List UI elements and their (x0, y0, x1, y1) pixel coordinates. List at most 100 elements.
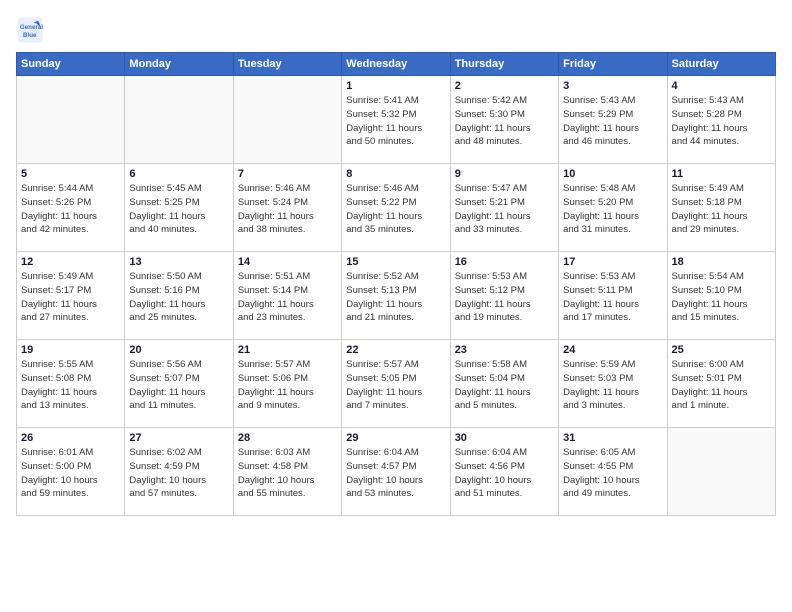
day-number: 27 (129, 432, 228, 444)
day-number: 12 (21, 256, 120, 268)
day-number: 8 (346, 168, 445, 180)
week-row-3: 12 Sunrise: 5:49 AM Sunset: 5:17 PM Dayli… (17, 252, 776, 340)
day-number: 24 (563, 344, 662, 356)
day-cell: 8 Sunrise: 5:46 AM Sunset: 5:22 PM Daylig… (342, 164, 450, 252)
day-cell: 11 Sunrise: 5:49 AM Sunset: 5:18 PM Dayli… (667, 164, 775, 252)
col-header-wednesday: Wednesday (342, 53, 450, 76)
day-cell: 12 Sunrise: 5:49 AM Sunset: 5:17 PM Dayli… (17, 252, 125, 340)
day-cell: 31 Sunrise: 6:05 AM Sunset: 4:55 PM Dayli… (559, 428, 667, 516)
day-info: Sunrise: 5:42 AM Sunset: 5:30 PM Dayligh… (455, 94, 554, 149)
day-cell: 24 Sunrise: 5:59 AM Sunset: 5:03 PM Dayli… (559, 340, 667, 428)
day-number: 15 (346, 256, 445, 268)
day-info: Sunrise: 6:04 AM Sunset: 4:57 PM Dayligh… (346, 446, 445, 501)
day-cell: 6 Sunrise: 5:45 AM Sunset: 5:25 PM Daylig… (125, 164, 233, 252)
day-number: 31 (563, 432, 662, 444)
calendar: SundayMondayTuesdayWednesdayThursdayFrid… (16, 52, 776, 516)
day-number: 1 (346, 80, 445, 92)
day-cell: 17 Sunrise: 5:53 AM Sunset: 5:11 PM Dayli… (559, 252, 667, 340)
day-number: 20 (129, 344, 228, 356)
day-cell: 26 Sunrise: 6:01 AM Sunset: 5:00 PM Dayli… (17, 428, 125, 516)
day-cell (17, 76, 125, 164)
day-number: 29 (346, 432, 445, 444)
day-cell: 20 Sunrise: 5:56 AM Sunset: 5:07 PM Dayli… (125, 340, 233, 428)
day-cell: 14 Sunrise: 5:51 AM Sunset: 5:14 PM Dayli… (233, 252, 341, 340)
day-info: Sunrise: 5:43 AM Sunset: 5:28 PM Dayligh… (672, 94, 771, 149)
title-section (46, 16, 776, 18)
day-number: 11 (672, 168, 771, 180)
day-info: Sunrise: 5:53 AM Sunset: 5:11 PM Dayligh… (563, 270, 662, 325)
day-number: 23 (455, 344, 554, 356)
day-number: 13 (129, 256, 228, 268)
day-info: Sunrise: 5:52 AM Sunset: 5:13 PM Dayligh… (346, 270, 445, 325)
day-info: Sunrise: 5:57 AM Sunset: 5:06 PM Dayligh… (238, 358, 337, 413)
day-cell: 1 Sunrise: 5:41 AM Sunset: 5:32 PM Daylig… (342, 76, 450, 164)
day-info: Sunrise: 5:55 AM Sunset: 5:08 PM Dayligh… (21, 358, 120, 413)
day-info: Sunrise: 5:47 AM Sunset: 5:21 PM Dayligh… (455, 182, 554, 237)
day-cell: 10Sunrise: 5:48 AM Sunset: 5:20 PM Dayli… (559, 164, 667, 252)
day-cell: 30 Sunrise: 6:04 AM Sunset: 4:56 PM Dayli… (450, 428, 558, 516)
week-row-2: 5 Sunrise: 5:44 AM Sunset: 5:26 PM Daylig… (17, 164, 776, 252)
day-cell: 2Sunrise: 5:42 AM Sunset: 5:30 PM Daylig… (450, 76, 558, 164)
day-cell: 4 Sunrise: 5:43 AM Sunset: 5:28 PM Daylig… (667, 76, 775, 164)
day-info: Sunrise: 5:59 AM Sunset: 5:03 PM Dayligh… (563, 358, 662, 413)
day-number: 21 (238, 344, 337, 356)
day-number: 25 (672, 344, 771, 356)
day-cell (233, 76, 341, 164)
col-header-monday: Monday (125, 53, 233, 76)
day-info: Sunrise: 6:01 AM Sunset: 5:00 PM Dayligh… (21, 446, 120, 501)
day-cell: 3Sunrise: 5:43 AM Sunset: 5:29 PM Daylig… (559, 76, 667, 164)
day-info: Sunrise: 5:53 AM Sunset: 5:12 PM Dayligh… (455, 270, 554, 325)
day-number: 26 (21, 432, 120, 444)
day-info: Sunrise: 5:57 AM Sunset: 5:05 PM Dayligh… (346, 358, 445, 413)
day-number: 5 (21, 168, 120, 180)
day-info: Sunrise: 5:54 AM Sunset: 5:10 PM Dayligh… (672, 270, 771, 325)
day-cell: 23 Sunrise: 5:58 AM Sunset: 5:04 PM Dayli… (450, 340, 558, 428)
day-number: 9 (455, 168, 554, 180)
day-cell: 21 Sunrise: 5:57 AM Sunset: 5:06 PM Dayli… (233, 340, 341, 428)
col-header-sunday: Sunday (17, 53, 125, 76)
day-number: 28 (238, 432, 337, 444)
day-number: 19 (21, 344, 120, 356)
day-info: Sunrise: 5:49 AM Sunset: 5:17 PM Dayligh… (21, 270, 120, 325)
day-info: Sunrise: 5:49 AM Sunset: 5:18 PM Dayligh… (672, 182, 771, 237)
day-cell: 28 Sunrise: 6:03 AM Sunset: 4:58 PM Dayli… (233, 428, 341, 516)
day-info: Sunrise: 6:00 AM Sunset: 5:01 PM Dayligh… (672, 358, 771, 413)
day-number: 30 (455, 432, 554, 444)
day-cell: 29 Sunrise: 6:04 AM Sunset: 4:57 PM Dayli… (342, 428, 450, 516)
col-header-thursday: Thursday (450, 53, 558, 76)
day-cell: 18 Sunrise: 5:54 AM Sunset: 5:10 PM Dayli… (667, 252, 775, 340)
day-number: 17 (563, 256, 662, 268)
day-cell: 25 Sunrise: 6:00 AM Sunset: 5:01 PM Dayli… (667, 340, 775, 428)
page-header: General Blue (16, 16, 776, 44)
day-number: 14 (238, 256, 337, 268)
day-info: Sunrise: 6:05 AM Sunset: 4:55 PM Dayligh… (563, 446, 662, 501)
day-info: Sunrise: 6:02 AM Sunset: 4:59 PM Dayligh… (129, 446, 228, 501)
day-info: Sunrise: 5:46 AM Sunset: 5:24 PM Dayligh… (238, 182, 337, 237)
day-number: 6 (129, 168, 228, 180)
day-info: Sunrise: 5:51 AM Sunset: 5:14 PM Dayligh… (238, 270, 337, 325)
day-cell: 15 Sunrise: 5:52 AM Sunset: 5:13 PM Dayli… (342, 252, 450, 340)
day-info: Sunrise: 5:56 AM Sunset: 5:07 PM Dayligh… (129, 358, 228, 413)
day-info: Sunrise: 5:45 AM Sunset: 5:25 PM Dayligh… (129, 182, 228, 237)
day-number: 22 (346, 344, 445, 356)
day-info: Sunrise: 6:03 AM Sunset: 4:58 PM Dayligh… (238, 446, 337, 501)
day-number: 4 (672, 80, 771, 92)
day-info: Sunrise: 5:44 AM Sunset: 5:26 PM Dayligh… (21, 182, 120, 237)
day-cell: 22 Sunrise: 5:57 AM Sunset: 5:05 PM Dayli… (342, 340, 450, 428)
day-info: Sunrise: 6:04 AM Sunset: 4:56 PM Dayligh… (455, 446, 554, 501)
week-row-4: 19 Sunrise: 5:55 AM Sunset: 5:08 PM Dayli… (17, 340, 776, 428)
day-info: Sunrise: 5:58 AM Sunset: 5:04 PM Dayligh… (455, 358, 554, 413)
day-cell: 16Sunrise: 5:53 AM Sunset: 5:12 PM Dayli… (450, 252, 558, 340)
col-header-friday: Friday (559, 53, 667, 76)
day-header-row: SundayMondayTuesdayWednesdayThursdayFrid… (17, 53, 776, 76)
day-cell (125, 76, 233, 164)
day-info: Sunrise: 5:48 AM Sunset: 5:20 PM Dayligh… (563, 182, 662, 237)
logo-icon: General Blue (16, 16, 44, 44)
week-row-5: 26 Sunrise: 6:01 AM Sunset: 5:00 PM Dayli… (17, 428, 776, 516)
day-info: Sunrise: 5:46 AM Sunset: 5:22 PM Dayligh… (346, 182, 445, 237)
day-number: 18 (672, 256, 771, 268)
day-cell: 5 Sunrise: 5:44 AM Sunset: 5:26 PM Daylig… (17, 164, 125, 252)
day-info: Sunrise: 5:41 AM Sunset: 5:32 PM Dayligh… (346, 94, 445, 149)
day-cell: 9 Sunrise: 5:47 AM Sunset: 5:21 PM Daylig… (450, 164, 558, 252)
day-cell: 7Sunrise: 5:46 AM Sunset: 5:24 PM Daylig… (233, 164, 341, 252)
